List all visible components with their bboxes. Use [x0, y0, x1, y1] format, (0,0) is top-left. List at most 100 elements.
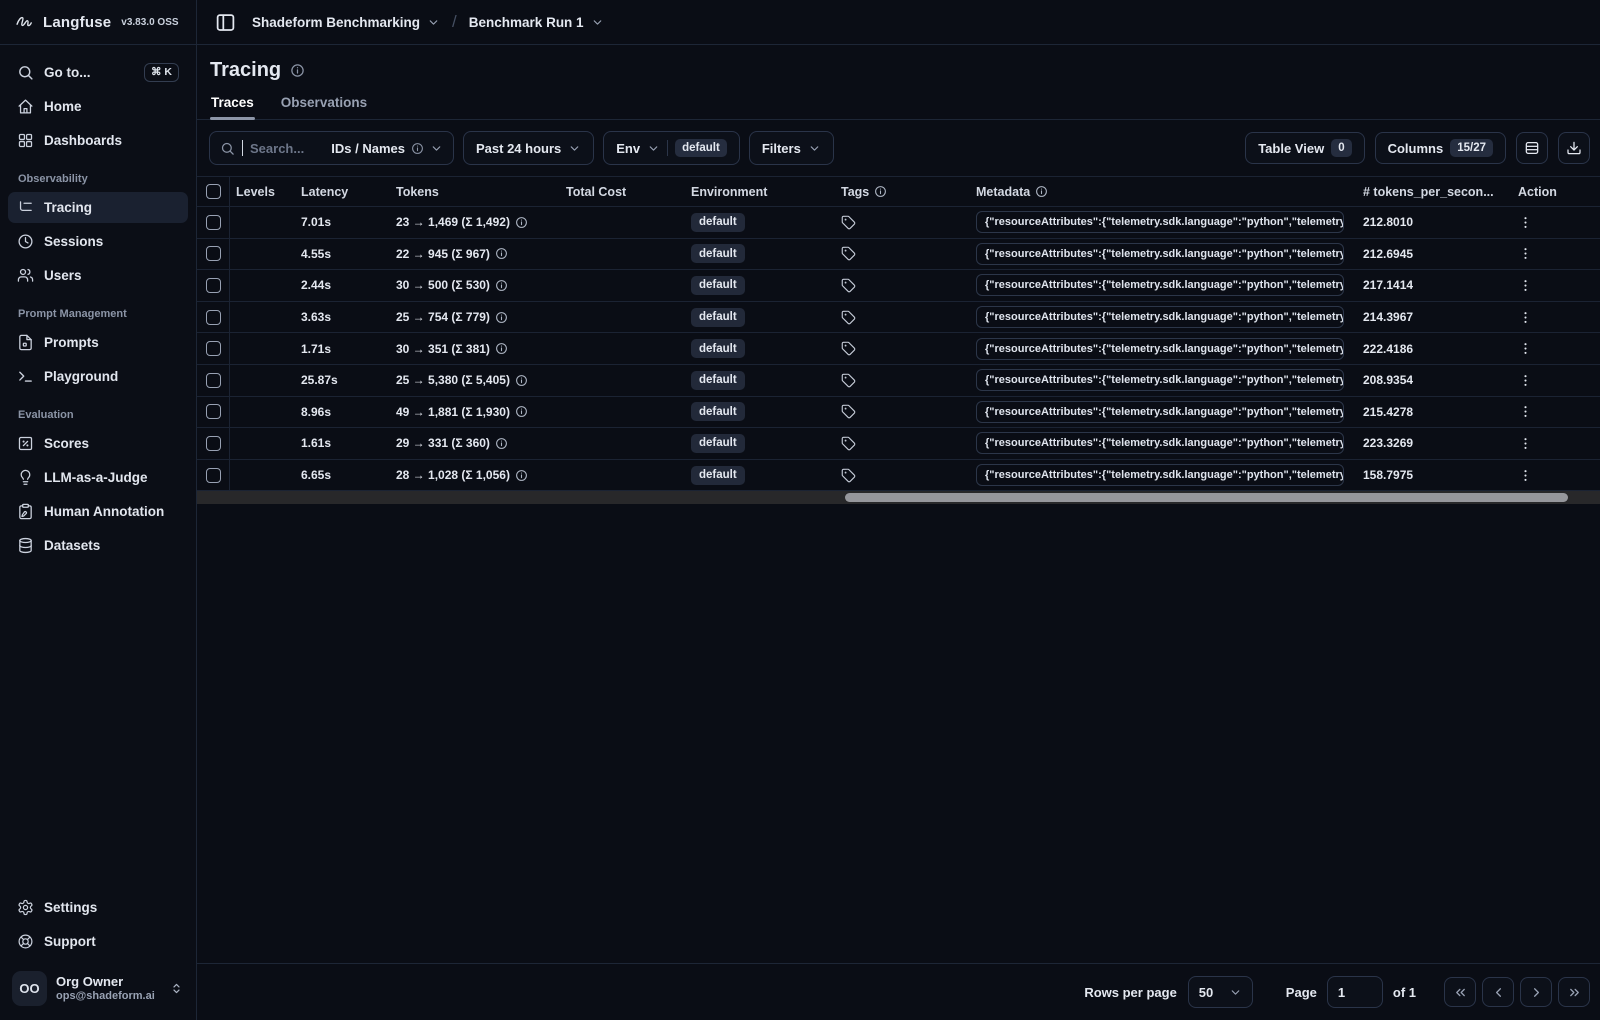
goto-search[interactable]: Go to... ⌘ K [8, 57, 188, 88]
row-height-button[interactable] [1516, 132, 1548, 164]
next-page-button[interactable] [1520, 977, 1552, 1007]
sidebar-item-dashboards[interactable]: Dashboards [8, 125, 188, 156]
rows-per-page-select[interactable]: 50 [1187, 976, 1253, 1008]
table-row[interactable]: 4.55s 22 → 945 (Σ 967) default {"resourc… [197, 238, 1600, 271]
row-checkbox[interactable] [205, 341, 221, 357]
metadata-json[interactable]: {"resourceAttributes":{"telemetry.sdk.la… [976, 464, 1344, 487]
metadata-json[interactable]: {"resourceAttributes":{"telemetry.sdk.la… [976, 337, 1344, 360]
time-range-select[interactable]: Past 24 hours [463, 131, 595, 165]
sidebar-item-datasets[interactable]: Datasets [8, 530, 188, 561]
metadata-json[interactable]: {"resourceAttributes":{"telemetry.sdk.la… [976, 274, 1344, 297]
kebab-menu-icon[interactable] [1518, 468, 1533, 483]
kebab-menu-icon[interactable] [1518, 341, 1533, 356]
col-header-metadata[interactable]: Metadata [970, 185, 1350, 199]
metadata-json[interactable]: {"resourceAttributes":{"telemetry.sdk.la… [976, 211, 1344, 234]
user-menu[interactable]: OO Org Owner ops@shadeform.ai [8, 965, 188, 1012]
row-checkbox[interactable] [205, 372, 221, 388]
prev-page-button[interactable] [1482, 977, 1514, 1007]
tag-icon[interactable] [841, 246, 856, 261]
sidebar-item-scores[interactable]: Scores [8, 428, 188, 459]
col-header-tags[interactable]: Tags [835, 185, 970, 199]
tab-traces[interactable]: Traces [210, 91, 255, 120]
info-icon[interactable] [515, 405, 528, 418]
sidebar-item-users[interactable]: Users [8, 260, 188, 291]
horizontal-scrollbar[interactable] [197, 491, 1600, 505]
tag-icon[interactable] [841, 341, 856, 356]
table-row[interactable]: 25.87s 25 → 5,380 (Σ 5,405) default {"re… [197, 364, 1600, 397]
sidebar-item-tracing[interactable]: Tracing [8, 192, 188, 223]
kebab-menu-icon[interactable] [1518, 373, 1533, 388]
col-header-environment[interactable]: Environment [685, 185, 835, 199]
select-all-checkbox[interactable] [205, 184, 221, 199]
table-row[interactable]: 8.96s 49 → 1,881 (Σ 1,930) default {"res… [197, 396, 1600, 429]
export-button[interactable] [1558, 132, 1590, 164]
row-checkbox[interactable] [205, 246, 221, 262]
metadata-json[interactable]: {"resourceAttributes":{"telemetry.sdk.la… [976, 242, 1344, 265]
sidebar-item-human-annotation[interactable]: Human Annotation [8, 496, 188, 527]
col-header-total-cost[interactable]: Total Cost [560, 185, 685, 199]
columns-button[interactable]: Columns 15/27 [1374, 132, 1506, 164]
info-icon[interactable] [495, 342, 508, 355]
col-header-latency[interactable]: Latency [295, 185, 390, 199]
table-row[interactable]: 7.01s 23 → 1,469 (Σ 1,492) default {"res… [197, 207, 1600, 239]
tag-icon[interactable] [841, 278, 856, 293]
search-input[interactable] [250, 140, 318, 156]
tag-icon[interactable] [841, 436, 856, 451]
metadata-json[interactable]: {"resourceAttributes":{"telemetry.sdk.la… [976, 400, 1344, 423]
search-box[interactable]: IDs / Names [209, 131, 454, 165]
table-row[interactable]: 1.61s 29 → 331 (Σ 360) default {"resourc… [197, 428, 1600, 460]
info-icon[interactable] [495, 279, 508, 292]
sidebar-toggle-icon[interactable] [210, 7, 240, 37]
sidebar-item-support[interactable]: Support [8, 926, 188, 957]
table-row[interactable]: 6.65s 28 → 1,028 (Σ 1,056) default {"res… [197, 459, 1600, 492]
kebab-menu-icon[interactable] [1518, 278, 1533, 293]
table-row[interactable]: 1.71s 30 → 351 (Σ 381) default {"resourc… [197, 333, 1600, 365]
breadcrumb-project[interactable]: Benchmark Run 1 [469, 15, 604, 30]
search-mode-select[interactable]: IDs / Names [331, 141, 443, 156]
row-checkbox[interactable] [205, 277, 221, 293]
kebab-menu-icon[interactable] [1518, 436, 1533, 451]
row-checkbox[interactable] [205, 214, 221, 230]
metadata-json[interactable]: {"resourceAttributes":{"telemetry.sdk.la… [976, 306, 1344, 329]
table-row[interactable]: 2.44s 30 → 500 (Σ 530) default {"resourc… [197, 270, 1600, 302]
info-icon[interactable] [495, 247, 508, 260]
page-number-input[interactable] [1326, 976, 1383, 1008]
filters-button[interactable]: Filters [748, 131, 834, 165]
scrollbar-thumb[interactable] [845, 493, 1568, 503]
metadata-json[interactable]: {"resourceAttributes":{"telemetry.sdk.la… [976, 432, 1344, 455]
col-header-levels[interactable]: Levels [230, 185, 295, 199]
breadcrumb-org[interactable]: Shadeform Benchmarking [252, 15, 440, 30]
sidebar-item-llm-as-a-judge[interactable]: LLM-as-a-Judge [8, 462, 188, 493]
row-checkbox[interactable] [205, 309, 221, 325]
last-page-button[interactable] [1558, 977, 1590, 1007]
env-select[interactable]: Env default [603, 131, 740, 165]
sidebar-item-home[interactable]: Home [8, 91, 188, 122]
kebab-menu-icon[interactable] [1518, 215, 1533, 230]
kebab-menu-icon[interactable] [1518, 404, 1533, 419]
tag-icon[interactable] [841, 404, 856, 419]
info-icon[interactable] [515, 469, 528, 482]
info-icon[interactable] [515, 374, 528, 387]
metadata-json[interactable]: {"resourceAttributes":{"telemetry.sdk.la… [976, 369, 1344, 392]
first-page-button[interactable] [1444, 977, 1476, 1007]
table-view-button[interactable]: Table View 0 [1245, 132, 1365, 164]
sidebar-item-sessions[interactable]: Sessions [8, 226, 188, 257]
info-icon[interactable] [515, 216, 528, 229]
col-header-tokens-per-second[interactable]: # tokens_per_secon... [1350, 185, 1505, 199]
col-header-tokens[interactable]: Tokens [390, 185, 560, 199]
sidebar-item-prompts[interactable]: Prompts [8, 327, 188, 358]
tag-icon[interactable] [841, 310, 856, 325]
table-row[interactable]: 3.63s 25 → 754 (Σ 779) default {"resourc… [197, 301, 1600, 334]
row-checkbox[interactable] [205, 467, 221, 483]
info-icon[interactable] [495, 311, 508, 324]
tag-icon[interactable] [841, 468, 856, 483]
kebab-menu-icon[interactable] [1518, 246, 1533, 261]
sidebar-item-settings[interactable]: Settings [8, 892, 188, 923]
info-icon[interactable] [495, 437, 508, 450]
row-checkbox[interactable] [205, 404, 221, 420]
tag-icon[interactable] [841, 373, 856, 388]
kebab-menu-icon[interactable] [1518, 310, 1533, 325]
sidebar-item-playground[interactable]: Playground [8, 361, 188, 392]
tag-icon[interactable] [841, 215, 856, 230]
info-icon[interactable] [290, 63, 305, 78]
